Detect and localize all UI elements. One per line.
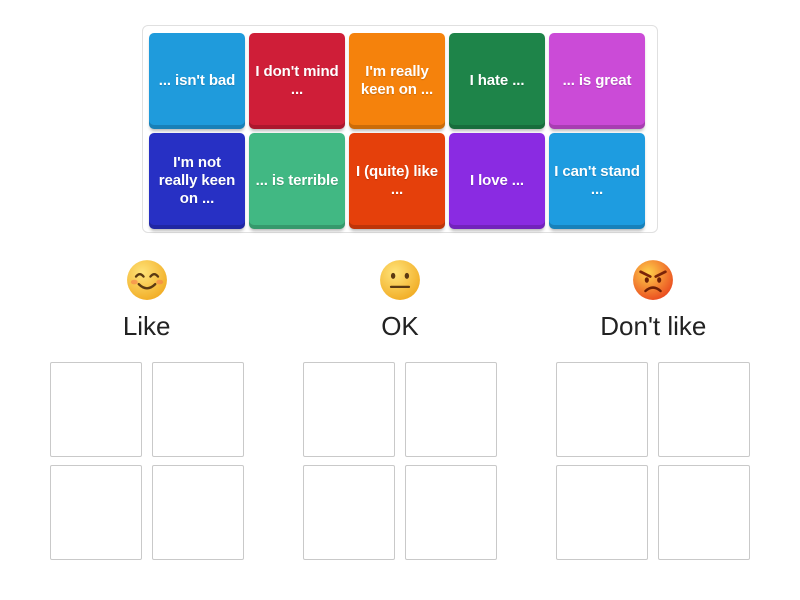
dropzone-slot[interactable]: [302, 362, 395, 457]
category-don-t-like: Don't like: [527, 258, 780, 342]
tile-label: I'm really keen on ...: [360, 63, 434, 98]
dropzone-slot[interactable]: [151, 465, 244, 560]
dropzone-row: [556, 465, 751, 560]
tile-label: I'm not really keen on ...: [158, 154, 236, 207]
dropzone-column-ok: [273, 362, 526, 560]
dropzone-row: [49, 465, 244, 560]
dropzone-slot[interactable]: [302, 465, 395, 560]
category-header-row: Like OK Don't like: [20, 258, 780, 342]
dropzone-slot[interactable]: [151, 362, 244, 457]
dropzone-row: [302, 362, 497, 457]
tile-is-great[interactable]: ... is great: [549, 33, 645, 129]
category-like: Like: [20, 258, 273, 342]
tile-label: ... is terrible: [255, 172, 339, 190]
tile-isnt-bad[interactable]: ... isn't bad: [149, 33, 245, 129]
category-label: Like: [122, 311, 171, 341]
tile-row: I'm not really keen on ... ... is terribl…: [149, 133, 651, 229]
tile-label: I can't stand ...: [554, 163, 640, 198]
dropzone-row: [556, 362, 751, 457]
tile-label: I hate ...: [469, 72, 525, 90]
dropzone-slot[interactable]: [556, 465, 649, 560]
tile-hate[interactable]: I hate ...: [449, 33, 545, 129]
dropzone-grid: [20, 362, 780, 560]
tile-label: I love ...: [469, 172, 525, 190]
dropzone-column-like: [20, 362, 273, 560]
dropzone-slot[interactable]: [49, 465, 142, 560]
tile-cant-stand[interactable]: I can't stand ...: [549, 133, 645, 229]
tile-label: I don't mind ...: [255, 63, 339, 98]
tile-label: I (quite) like ...: [356, 163, 438, 198]
tile-dont-mind[interactable]: I don't mind ...: [249, 33, 345, 129]
dropzone-slot[interactable]: [556, 362, 649, 457]
dropzone-row: [302, 465, 497, 560]
category-label: Don't like: [600, 311, 707, 341]
dropzone-row: [49, 362, 244, 457]
activity-canvas: ... isn't bad I don't mind ... I'm really …: [0, 0, 800, 600]
tile-quite-like[interactable]: I (quite) like ...: [349, 133, 445, 229]
tile-really-keen-on[interactable]: I'm really keen on ...: [349, 33, 445, 129]
dropzone-slot[interactable]: [658, 362, 751, 457]
dropzone-slot[interactable]: [404, 465, 497, 560]
tile-is-terrible[interactable]: ... is terrible: [249, 133, 345, 229]
dropzone-slot[interactable]: [49, 362, 142, 457]
tile-not-really-keen-on[interactable]: I'm not really keen on ...: [149, 133, 245, 229]
angry-face-emoji: [631, 258, 675, 306]
tile-label: ... is great: [562, 72, 632, 90]
dropzone-slot[interactable]: [658, 465, 751, 560]
category-label: OK: [381, 311, 419, 341]
tile-love[interactable]: I love ...: [449, 133, 545, 229]
neutral-face-emoji: [378, 258, 422, 306]
tile-tray: ... isn't bad I don't mind ... I'm really …: [142, 25, 658, 233]
dropzone-column-don-t-like: [527, 362, 780, 560]
category-ok: OK: [273, 258, 526, 342]
smiling-face-with-smiling-eyes-emoji: [125, 258, 169, 306]
tile-row: ... isn't bad I don't mind ... I'm really …: [149, 33, 651, 129]
tile-label: ... isn't bad: [158, 72, 236, 90]
dropzone-slot[interactable]: [404, 362, 497, 457]
